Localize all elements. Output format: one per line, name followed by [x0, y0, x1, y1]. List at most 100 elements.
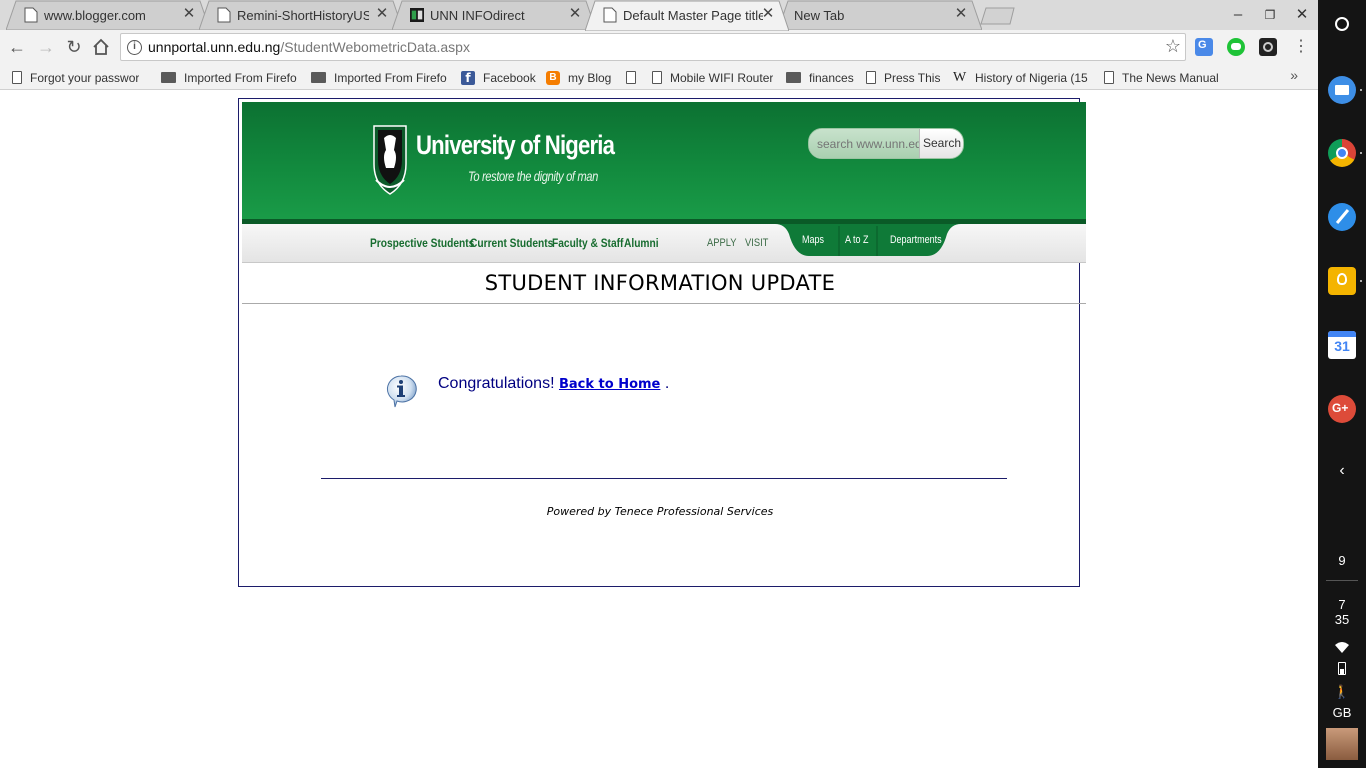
- google-translate-icon[interactable]: G: [1195, 38, 1213, 56]
- back-button[interactable]: ←: [4, 34, 30, 60]
- site-search-button[interactable]: Search: [919, 129, 963, 158]
- status-message: Congratulations! Back to Home .: [438, 375, 669, 393]
- bookmark-item[interactable]: Mobile WIFI Router: [652, 67, 773, 87]
- bookmark-folder[interactable]: finances: [786, 67, 854, 87]
- pen-app-icon[interactable]: [1328, 203, 1356, 231]
- page-icon: [626, 71, 636, 85]
- bookmark-item[interactable]: Press This: [866, 67, 940, 87]
- avatar[interactable]: [1326, 728, 1358, 760]
- nav-alumni[interactable]: Alumni: [624, 236, 659, 250]
- close-icon[interactable]: ✕: [954, 6, 968, 21]
- folder-icon: [311, 72, 326, 84]
- back-to-home-link[interactable]: Back to Home: [559, 377, 660, 392]
- nav-visit[interactable]: VISIT: [745, 237, 768, 249]
- chrome-app-icon[interactable]: [1328, 139, 1356, 167]
- input-method[interactable]: GB: [1318, 705, 1366, 720]
- close-window-icon[interactable]: ✕: [1290, 4, 1314, 26]
- tab-blogger[interactable]: www.blogger.com ✕: [6, 0, 210, 30]
- page-icon: [652, 71, 662, 85]
- nav-tabs: Maps A to Z Departments: [775, 224, 961, 256]
- tab-title: www.blogger.com: [44, 8, 146, 23]
- bookmark-item[interactable]: [626, 67, 644, 87]
- url-text[interactable]: unnportal.unn.edu.ng/StudentWebometricDa…: [148, 39, 470, 55]
- launcher-icon[interactable]: [1335, 17, 1349, 31]
- info-bubble-icon: [386, 375, 417, 408]
- nav-prospective-students[interactable]: Prospective Students: [370, 236, 474, 250]
- close-icon[interactable]: ✕: [568, 6, 582, 21]
- os-shelf: 31 G+ ‹ 9 7 35 🚶 GB: [1318, 0, 1366, 768]
- chevron-left-icon[interactable]: ‹: [1318, 462, 1366, 480]
- notification-count[interactable]: 9: [1318, 553, 1366, 568]
- page-icon: [217, 7, 231, 23]
- address-bar[interactable]: i unnportal.unn.edu.ng/StudentWebometric…: [120, 33, 1186, 61]
- browser-toolbar: ← → ↻ i unnportal.unn.edu.ng/StudentWebo…: [0, 30, 1318, 64]
- bookmarks-bar: Forgot your passwor Imported From Firefo…: [0, 64, 1318, 90]
- chevron-right-double-icon[interactable]: »: [1290, 67, 1298, 83]
- tab-default-master-page[interactable]: Default Master Page title ✕: [585, 0, 789, 31]
- google-plus-app-icon[interactable]: G+: [1328, 395, 1356, 423]
- page-icon: [866, 71, 876, 85]
- clock-hour[interactable]: 7: [1318, 597, 1366, 612]
- clock-minute[interactable]: 35: [1318, 612, 1366, 627]
- restore-icon[interactable]: ❐: [1258, 4, 1282, 26]
- bookmark-my-blog[interactable]: Bmy Blog: [546, 67, 611, 87]
- battery-icon[interactable]: [1338, 662, 1346, 675]
- page-icon: [603, 7, 617, 23]
- tab-title: Default Master Page title: [623, 8, 763, 23]
- site-banner: University of Nigeria To restore the dig…: [242, 102, 1086, 263]
- keep-app-icon[interactable]: [1328, 267, 1356, 295]
- nav-tab-maps[interactable]: Maps: [802, 234, 824, 246]
- wifi-icon[interactable]: [1335, 642, 1349, 653]
- unn-crest-logo[interactable]: [372, 124, 408, 196]
- url-host: unnportal.unn.edu.ng: [148, 39, 281, 55]
- powered-by-footer: Powered by Tenece Professional Services: [546, 505, 774, 518]
- folder-icon: [786, 72, 801, 84]
- tab-new-tab[interactable]: New Tab ✕: [778, 0, 982, 30]
- nav-apply[interactable]: APPLY: [707, 237, 736, 249]
- bookmark-facebook[interactable]: f Facebook: [461, 67, 536, 87]
- nav-current-students[interactable]: Current Students: [470, 236, 553, 250]
- bookmark-folder[interactable]: Imported From Firefo: [311, 67, 447, 87]
- bookmark-folder[interactable]: Imported From Firefo: [161, 67, 297, 87]
- files-app-icon[interactable]: [1328, 76, 1356, 104]
- bookmark-star-icon[interactable]: ☆: [1165, 36, 1181, 57]
- nav-faculty-staff[interactable]: Faculty & Staff: [552, 236, 623, 250]
- line-icon[interactable]: [1227, 38, 1245, 56]
- site-search: Search: [808, 128, 964, 159]
- page-icon: [1104, 71, 1114, 85]
- info-icon[interactable]: i: [127, 40, 142, 55]
- reload-button[interactable]: ↻: [61, 34, 87, 60]
- url-path: /StudentWebometricData.aspx: [280, 39, 470, 55]
- page-viewport: University of Nigeria To restore the dig…: [0, 90, 1318, 768]
- menu-icon[interactable]: ⋮: [1288, 34, 1314, 60]
- forward-button[interactable]: →: [33, 34, 59, 60]
- university-name[interactable]: University of Nigeria: [416, 130, 615, 161]
- page-container: University of Nigeria To restore the dig…: [238, 98, 1086, 587]
- page-title: STUDENT INFORMATION UPDATE: [484, 271, 836, 295]
- minimize-icon[interactable]: –: [1226, 4, 1250, 26]
- tab-strip: www.blogger.com ✕ Remini-ShortHistoryUSA…: [0, 0, 1318, 31]
- home-icon[interactable]: [92, 38, 110, 56]
- new-tab-button[interactable]: [980, 7, 1016, 25]
- tab-unn-infodirect[interactable]: UNN INFOdirect ✕: [392, 0, 596, 30]
- bookmark-item[interactable]: W History of Nigeria (15: [953, 67, 1088, 87]
- close-icon[interactable]: ✕: [182, 6, 196, 21]
- bookmark-item[interactable]: The News Manual: [1104, 67, 1219, 87]
- tab-remini[interactable]: Remini-ShortHistoryUSA ✕: [199, 0, 403, 30]
- site-search-input[interactable]: [809, 129, 919, 158]
- tab-title: New Tab: [794, 8, 845, 23]
- tab-title: Remini-ShortHistoryUSA: [237, 8, 369, 23]
- accessibility-icon[interactable]: 🚶: [1318, 684, 1366, 700]
- bookmark-item[interactable]: Forgot your passwor: [12, 67, 139, 87]
- unn-favicon-icon: [410, 8, 424, 22]
- close-icon[interactable]: ✕: [375, 6, 389, 21]
- nav-tab-a-to-z[interactable]: A to Z: [845, 234, 869, 246]
- divider: [242, 303, 1086, 304]
- nav-tab-departments[interactable]: Departments: [890, 234, 942, 246]
- extension-icon[interactable]: [1259, 38, 1277, 56]
- page-icon: [24, 7, 38, 23]
- close-icon[interactable]: ✕: [761, 6, 775, 21]
- university-motto: To restore the dignity of man: [468, 168, 598, 184]
- tab-title: UNN INFOdirect: [430, 8, 525, 23]
- calendar-app-icon[interactable]: 31: [1328, 331, 1356, 359]
